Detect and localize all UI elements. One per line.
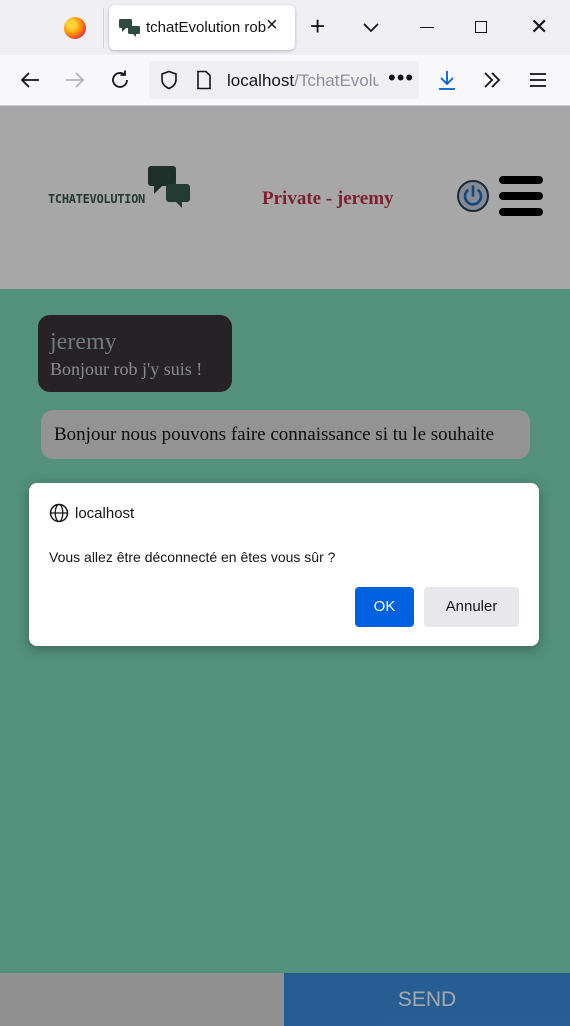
globe-icon (49, 503, 69, 523)
browser-nav-bar: localhost/TchatEvolu ••• (0, 55, 570, 106)
url-bar[interactable]: localhost/TchatEvolu ••• (149, 61, 419, 99)
chevron-double-right-icon[interactable] (481, 69, 503, 91)
back-arrow-icon[interactable] (19, 69, 41, 91)
window-close-icon[interactable]: ✕ (530, 16, 548, 38)
cancel-button[interactable]: Annuler (424, 587, 519, 627)
ok-button[interactable]: OK (355, 587, 414, 627)
tab-title: tchatEvolution rob (146, 19, 267, 36)
download-icon[interactable] (436, 69, 458, 91)
tab-separator (103, 8, 104, 48)
firefox-logo-icon[interactable] (64, 17, 86, 39)
browser-tab-bar: tchatEvolution rob × + ✕ (0, 0, 570, 55)
hamburger-menu-icon[interactable] (527, 69, 549, 91)
tracking-shield-icon[interactable] (159, 70, 179, 90)
page-icon (197, 70, 211, 90)
confirm-dialog: localhost Vous allez être déconnecté en … (29, 483, 539, 646)
tab-close-icon[interactable]: × (266, 15, 278, 35)
forward-arrow-icon[interactable] (64, 69, 86, 91)
chevron-down-icon[interactable] (361, 17, 381, 37)
chat-bubbles-favicon-icon (119, 19, 140, 37)
browser-tab-active[interactable]: tchatEvolution rob × (109, 5, 295, 50)
dialog-message: Vous allez être déconnecté en êtes vous … (49, 549, 336, 565)
dialog-origin: localhost (75, 505, 135, 522)
url-text[interactable]: localhost/TchatEvolu (227, 71, 379, 91)
window-maximize-icon[interactable] (475, 21, 487, 33)
new-tab-plus-icon[interactable]: + (310, 13, 325, 39)
reload-icon[interactable] (109, 69, 131, 91)
page-actions-more-icon[interactable]: ••• (388, 65, 414, 91)
window-minimize-icon[interactable] (420, 27, 434, 28)
